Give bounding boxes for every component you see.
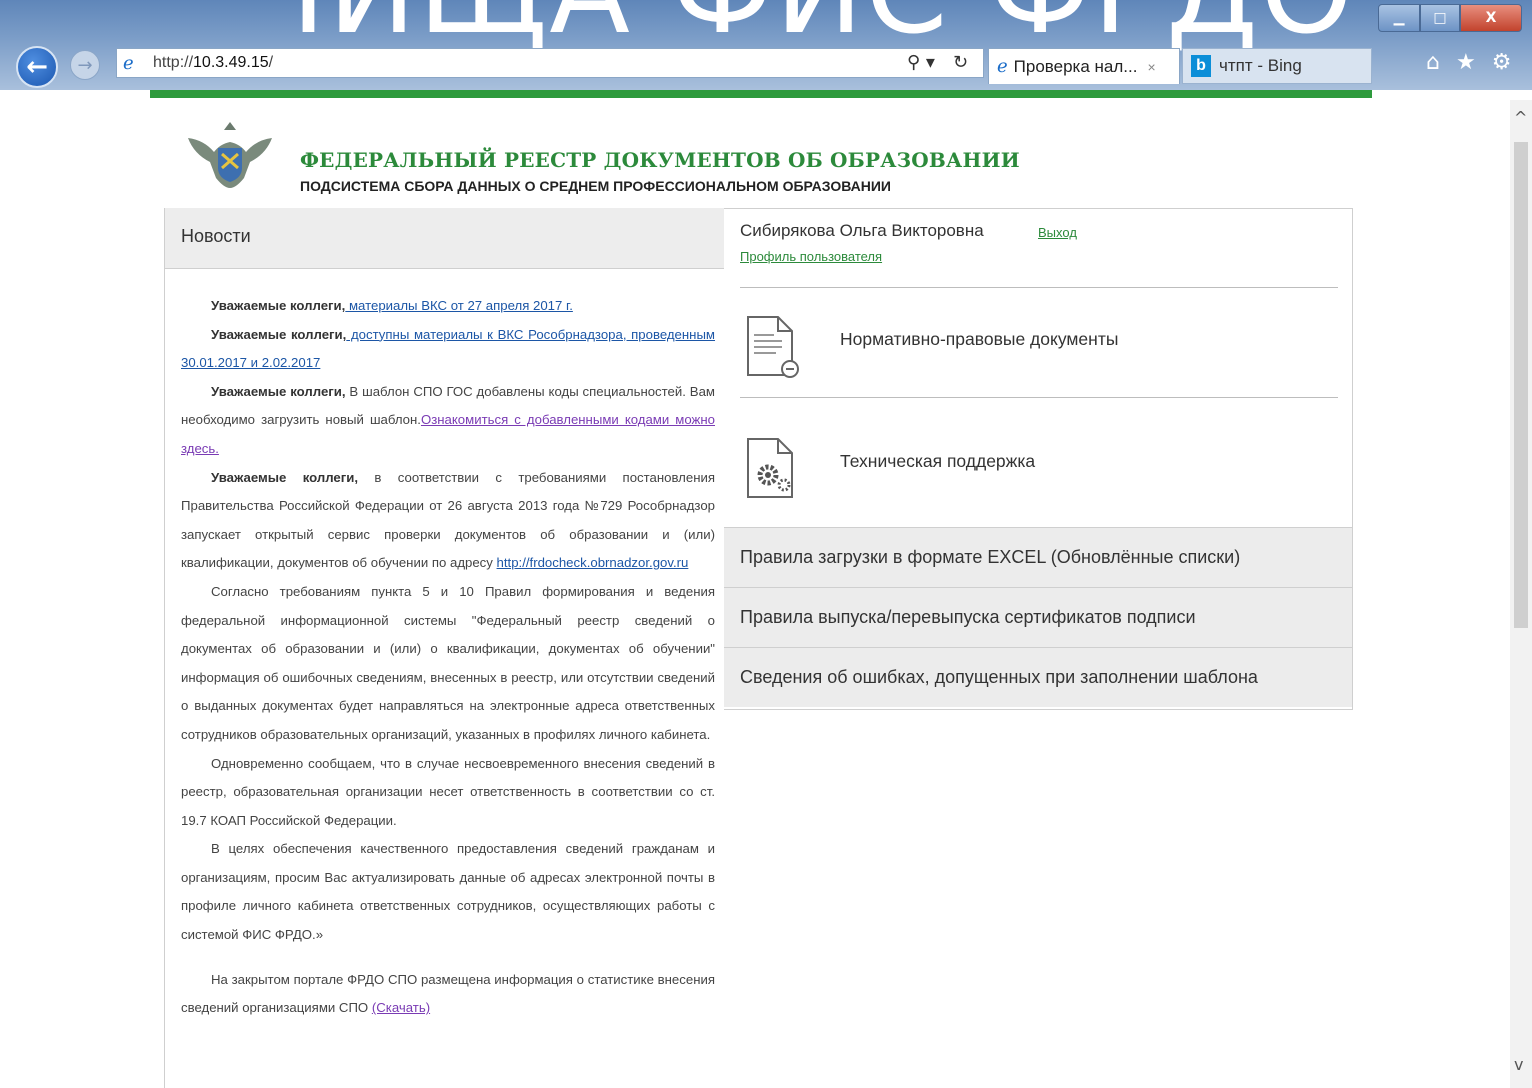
news-item: Уважаемые коллеги, материалы ВКС от 27 а… bbox=[211, 298, 573, 313]
ie-logo-icon: ℯ bbox=[997, 56, 1008, 76]
news-item: В целях обеспечения качественного предос… bbox=[181, 841, 715, 943]
forward-arrow-icon[interactable]: → bbox=[70, 50, 100, 80]
news-item: Одновременно сообщаем, что в случае несв… bbox=[181, 755, 715, 828]
settings-gear-icon[interactable]: ⚙ bbox=[1492, 50, 1512, 75]
favorites-star-icon[interactable]: ★ bbox=[1456, 50, 1476, 75]
divider bbox=[740, 287, 1338, 288]
logout-link[interactable]: Выход bbox=[1038, 225, 1077, 240]
tab-label: чтпт - Bing bbox=[1219, 56, 1302, 75]
news-body: Уважаемые коллеги, материалы ВКС от 27 а… bbox=[181, 292, 715, 1023]
address-bar[interactable]: ℯ http://10.3.49.15/ ⚲ ▾ ↻ bbox=[116, 48, 984, 78]
news-item: Уважаемые коллеги, доступны материалы к … bbox=[181, 326, 716, 371]
menu-item-excel-rules[interactable]: Правила загрузки в формате EXCEL (Обновл… bbox=[724, 527, 1352, 587]
news-item: На закрытом портале ФРДО СПО размещена и… bbox=[181, 971, 715, 1016]
tab-active[interactable]: ℯ Проверка нал... × bbox=[988, 48, 1180, 84]
browser-chrome: ЧИЩА ФИС ФРДО ← → ℯ http://10.3.49.15/ ⚲… bbox=[0, 0, 1532, 90]
close-button[interactable]: X bbox=[1460, 4, 1522, 32]
refresh-icon[interactable]: ↻ bbox=[953, 52, 968, 73]
news-item: Уважаемые коллеги, в соответствии с треб… bbox=[181, 469, 715, 571]
scroll-thumb[interactable] bbox=[1514, 142, 1528, 628]
minimize-button[interactable]: ▁ bbox=[1378, 4, 1420, 32]
emblem-eagle-icon bbox=[188, 122, 272, 188]
address-url[interactable]: http://10.3.49.15/ bbox=[153, 54, 273, 72]
news-panel: Новости Уважаемые коллеги, материалы ВКС… bbox=[164, 208, 731, 1088]
user-name: Сибирякова Ольга Викторовна bbox=[740, 221, 984, 240]
menu-item-tech-support[interactable]: Техническая поддержка bbox=[840, 451, 1035, 472]
divider bbox=[740, 397, 1338, 398]
home-icon[interactable]: ⌂ bbox=[1426, 50, 1440, 75]
news-item: Уважаемые коллеги, В шаблон СПО ГОС доба… bbox=[181, 383, 715, 456]
site-subtitle: ПОДСИСТЕМА СБОРА ДАННЫХ О СРЕДНЕМ ПРОФЕС… bbox=[300, 178, 891, 194]
news-heading: Новости bbox=[165, 208, 731, 269]
frdocheck-link[interactable]: http://frdocheck.obrnadzor.gov.ru bbox=[497, 555, 689, 570]
tab-bing[interactable]: b чтпт - Bing bbox=[1182, 48, 1372, 84]
user-panel: Сибирякова Ольга Викторовна Выход Профил… bbox=[724, 208, 1353, 710]
bing-logo-icon: b bbox=[1191, 55, 1211, 77]
tab-label: Проверка нал... bbox=[1013, 56, 1138, 76]
support-gear-icon[interactable] bbox=[746, 437, 800, 501]
header-green-bar bbox=[150, 90, 1372, 98]
menu-item-certificate-rules[interactable]: Правила выпуска/перевыпуска сертификатов… bbox=[724, 587, 1352, 647]
profile-link[interactable]: Профиль пользователя bbox=[740, 249, 882, 264]
maximize-button[interactable]: □ bbox=[1420, 4, 1460, 32]
menu-item-template-errors[interactable]: Сведения об ошибках, допущенных при запо… bbox=[724, 647, 1352, 707]
news-link[interactable]: материалы ВКС от 27 апреля 2017 г. bbox=[345, 298, 573, 313]
close-tab-icon[interactable]: × bbox=[1147, 59, 1155, 75]
menu-item-normative-docs[interactable]: Нормативно-правовые документы bbox=[840, 329, 1118, 350]
url-host: 10.3.49.15 bbox=[193, 54, 269, 71]
document-icon[interactable] bbox=[746, 315, 800, 379]
scroll-up-icon[interactable]: ^ bbox=[1514, 108, 1527, 127]
download-link[interactable]: (Скачать) bbox=[372, 1000, 430, 1015]
window-controls: ▁ □ X bbox=[1378, 4, 1522, 32]
scroll-down-icon[interactable]: v bbox=[1514, 1055, 1523, 1074]
back-arrow-icon[interactable]: ← bbox=[16, 46, 58, 88]
site-title: ФЕДЕРАЛЬНЫЙ РЕЕСТР ДОКУМЕНТОВ ОБ ОБРАЗОВ… bbox=[300, 148, 1020, 172]
search-icon[interactable]: ⚲ ▾ bbox=[907, 52, 935, 73]
toolbar-icons: ⌂ ★ ⚙ bbox=[1426, 50, 1511, 75]
news-item: Согласно требованиям пункта 5 и 10 Прави… bbox=[181, 583, 715, 742]
scrollbar[interactable]: ^ v bbox=[1510, 100, 1532, 1088]
ie-logo-icon: ℯ bbox=[123, 53, 134, 74]
